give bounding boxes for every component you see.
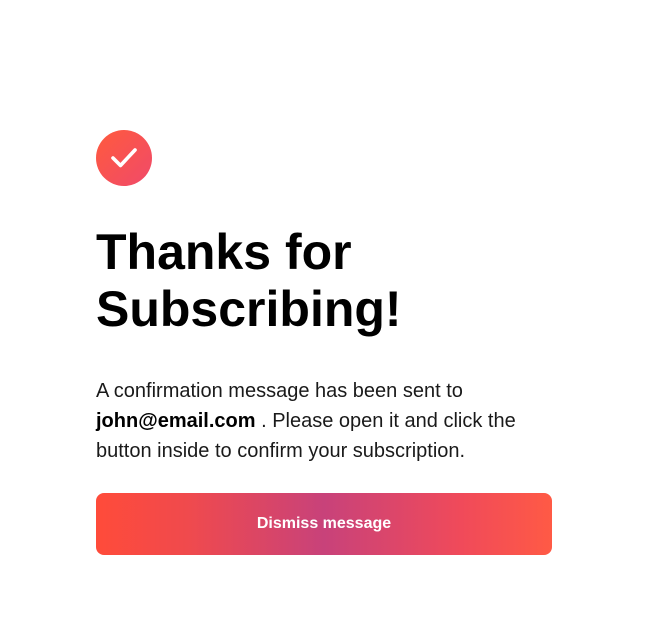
confirmation-message: A confirmation message has been sent to … [96,376,536,466]
dismiss-button[interactable]: Dismiss message [96,493,552,555]
checkmark-icon [111,148,137,168]
page-title: Thanks for Subscribing! [96,224,402,337]
email-address: john@email.com [96,410,256,432]
success-badge [96,130,152,186]
message-prefix: A confirmation message has been sent to [96,380,463,402]
subscription-confirmation-card: Thanks for Subscribing! A confirmation m… [96,130,552,555]
